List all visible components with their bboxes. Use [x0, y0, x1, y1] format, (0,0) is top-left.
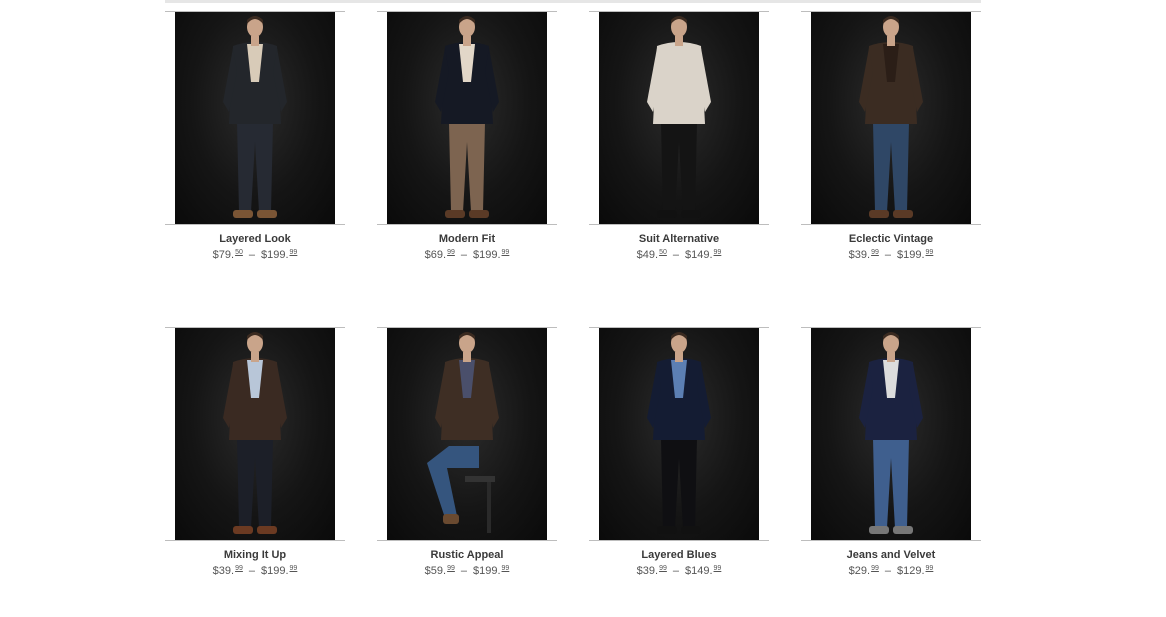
model-shoe — [657, 526, 677, 534]
model-shoe — [681, 210, 701, 218]
stool-seat — [465, 476, 495, 482]
model-neck — [463, 36, 471, 46]
price-high: $199.99 — [261, 249, 298, 261]
model-shoe — [893, 526, 913, 534]
product-price-range: $39.99– $199.99 — [848, 249, 934, 261]
model-figure — [647, 332, 711, 534]
product-price-range: $39.99– $199.99 — [212, 565, 298, 577]
card-bottom-rule — [589, 540, 769, 541]
price-low: $39.99 — [212, 565, 243, 577]
model-shoe — [893, 210, 913, 218]
product-photo[interactable] — [387, 12, 547, 225]
product-price-range: $59.99– $199.99 — [424, 565, 510, 577]
model-figure — [427, 332, 499, 533]
model-shoe — [445, 210, 465, 218]
model-figure — [223, 332, 287, 534]
product-name[interactable]: Modern Fit — [377, 233, 557, 245]
model-figure — [859, 332, 923, 534]
card-bottom-rule — [589, 224, 769, 225]
card-bottom-rule — [165, 540, 345, 541]
product-price-range: $79.50– $199.99 — [212, 249, 298, 261]
product-price-range: $29.99– $129.99 — [848, 565, 934, 577]
price-low: $79.50 — [212, 249, 243, 261]
model-pants — [873, 438, 909, 528]
product-card[interactable]: Suit Alternative $49.50– $149.99 — [589, 11, 769, 281]
product-name[interactable]: Layered Blues — [589, 549, 769, 561]
price-low: $49.50 — [636, 249, 667, 261]
model-shoe — [657, 210, 677, 218]
price-low: $69.99 — [424, 249, 455, 261]
model-neck — [251, 36, 259, 46]
model-shoe — [469, 210, 489, 218]
product-card[interactable]: Eclectic Vintage $39.99– $199.99 — [801, 11, 981, 281]
card-bottom-rule — [801, 540, 981, 541]
product-name[interactable]: Jeans and Velvet — [801, 549, 981, 561]
product-card[interactable]: Rustic Appeal $59.99– $199.99 — [377, 327, 557, 597]
model-neck — [675, 36, 683, 46]
product-card[interactable]: Modern Fit $69.99– $199.99 — [377, 11, 557, 281]
product-name[interactable]: Suit Alternative — [589, 233, 769, 245]
product-name[interactable]: Eclectic Vintage — [801, 233, 981, 245]
product-photo[interactable] — [811, 12, 971, 225]
price-low: $39.99 — [636, 565, 667, 577]
price-low: $39.99 — [848, 249, 879, 261]
price-high: $149.99 — [685, 249, 722, 261]
product-name[interactable]: Mixing It Up — [165, 549, 345, 561]
model-pants — [661, 122, 697, 212]
model-pants — [873, 122, 909, 212]
card-bottom-rule — [377, 540, 557, 541]
model-shoe — [257, 210, 277, 218]
model-shoe — [443, 514, 459, 524]
model-pants — [449, 122, 485, 212]
price-low: $59.99 — [424, 565, 455, 577]
model-pants — [237, 122, 273, 212]
model-pants — [661, 438, 697, 528]
card-bottom-rule — [377, 224, 557, 225]
model-pants — [237, 438, 273, 528]
product-grid-page: Layered Look $79.50– $199.99 Modern Fit $… — [0, 0, 1166, 617]
model-shoe — [257, 526, 277, 534]
card-bottom-rule — [801, 224, 981, 225]
product-price-range: $39.99– $149.99 — [636, 565, 722, 577]
product-price-range: $49.50– $149.99 — [636, 249, 722, 261]
product-photo[interactable] — [599, 12, 759, 225]
price-high: $149.99 — [685, 565, 722, 577]
price-high: $129.99 — [897, 565, 934, 577]
price-high: $199.99 — [473, 249, 510, 261]
model-figure — [647, 16, 711, 218]
product-card[interactable]: Layered Blues $39.99– $149.99 — [589, 327, 769, 597]
model-neck — [887, 36, 895, 46]
product-photo[interactable] — [599, 328, 759, 541]
price-low: $29.99 — [848, 565, 879, 577]
stool-leg — [487, 478, 491, 533]
product-card[interactable]: Jeans and Velvet $29.99– $129.99 — [801, 327, 981, 597]
model-shoe — [869, 526, 889, 534]
model-neck — [887, 352, 895, 362]
product-photo[interactable] — [811, 328, 971, 541]
model-shoe — [233, 210, 253, 218]
model-shoe — [681, 526, 701, 534]
model-neck — [463, 352, 471, 362]
product-photo[interactable] — [175, 12, 335, 225]
model-neck — [251, 352, 259, 362]
card-bottom-rule — [165, 224, 345, 225]
product-photo[interactable] — [387, 328, 547, 541]
product-photo[interactable] — [175, 328, 335, 541]
price-high: $199.99 — [473, 565, 510, 577]
product-card[interactable]: Layered Look $79.50– $199.99 — [165, 11, 345, 281]
model-figure — [223, 16, 287, 218]
product-name[interactable]: Rustic Appeal — [377, 549, 557, 561]
top-rule — [165, 0, 981, 3]
price-high: $199.99 — [897, 249, 934, 261]
model-neck — [675, 352, 683, 362]
model-figure — [859, 16, 923, 218]
model-figure — [435, 16, 499, 218]
model-shoe — [869, 210, 889, 218]
model-shoe — [233, 526, 253, 534]
product-card[interactable]: Mixing It Up $39.99– $199.99 — [165, 327, 345, 597]
price-high: $199.99 — [261, 565, 298, 577]
product-name[interactable]: Layered Look — [165, 233, 345, 245]
product-price-range: $69.99– $199.99 — [424, 249, 510, 261]
